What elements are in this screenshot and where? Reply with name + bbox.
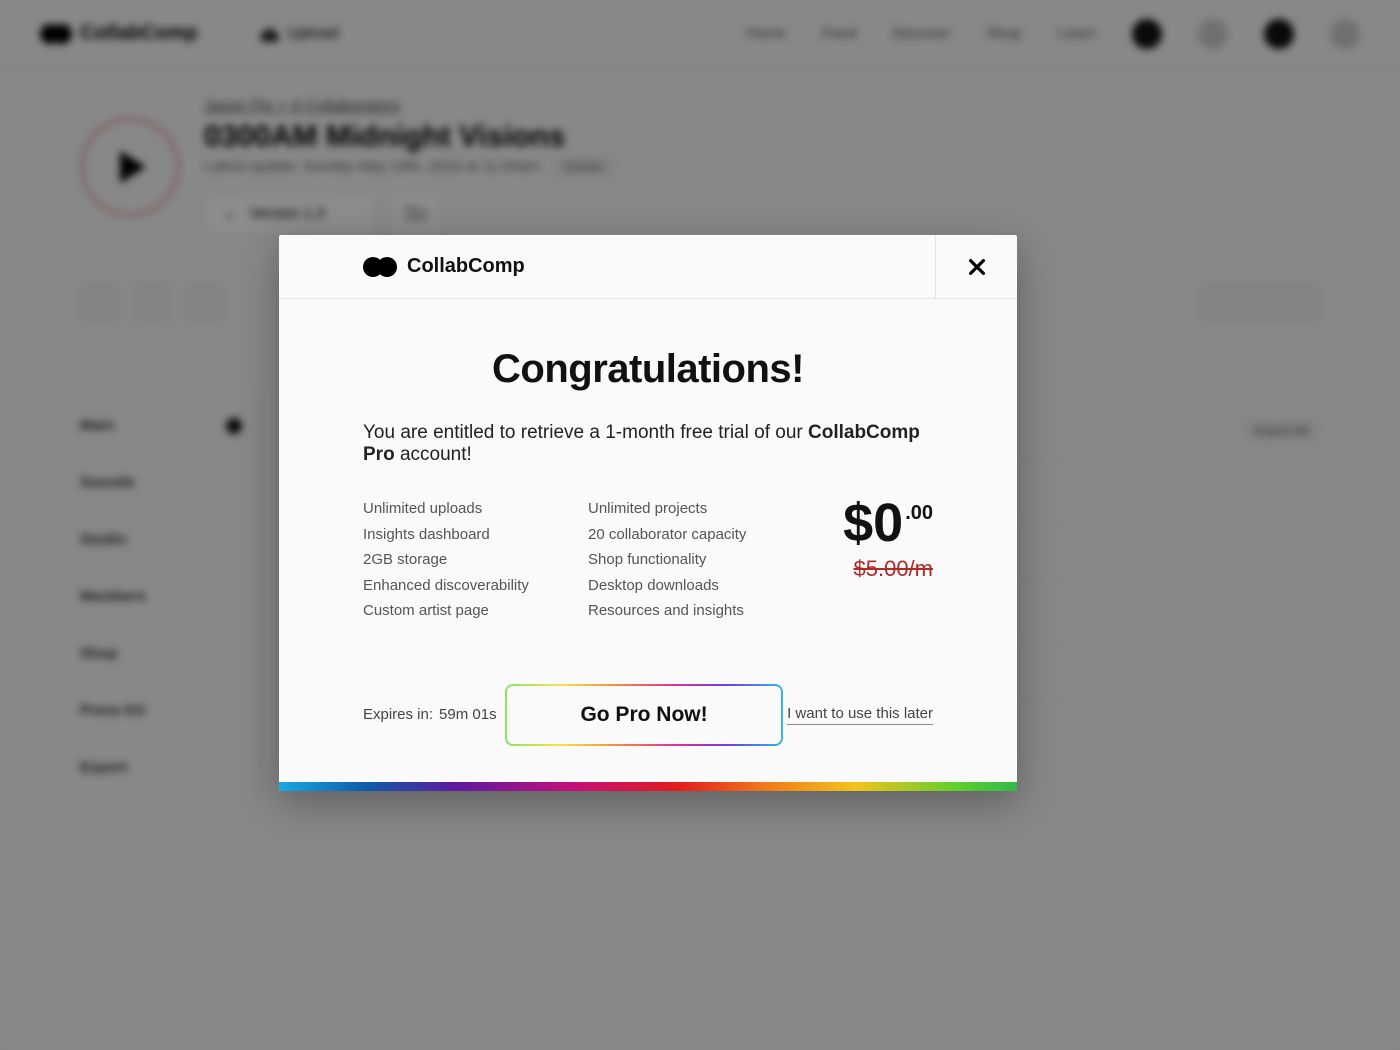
modal-gradient-bar <box>279 782 1017 791</box>
price-block: $0 .00 $5.00/m <box>813 496 933 624</box>
feature-item: Custom artist page <box>363 598 588 624</box>
feature-item: Resources and insights <box>588 598 813 624</box>
close-icon <box>966 256 988 278</box>
features-col-2: Unlimited projects 20 collaborator capac… <box>588 496 813 624</box>
use-later-link[interactable]: I want to use this later <box>787 705 933 725</box>
expires-label: Expires in: 59m 01s <box>363 706 503 723</box>
go-pro-label: Go Pro Now! <box>507 686 781 744</box>
modal-action-row: Expires in: 59m 01s Go Pro Now! I want to… <box>363 684 933 746</box>
expires-prefix: Expires in: <box>363 706 433 723</box>
upgrade-modal: CollabComp Congratulations! You are enti… <box>279 235 1017 791</box>
price-value: $0 .00 <box>843 496 933 550</box>
feature-item: 2GB storage <box>363 547 588 573</box>
modal-logo: CollabComp <box>363 255 525 278</box>
features-row: Unlimited uploads Insights dashboard 2GB… <box>363 496 933 624</box>
feature-item: Unlimited uploads <box>363 496 588 522</box>
expires-time: 59m 01s <box>439 706 497 723</box>
close-button[interactable] <box>935 235 1017 299</box>
logo-mark-icon <box>363 257 397 277</box>
modal-sub-post: account! <box>395 444 472 465</box>
go-pro-button[interactable]: Go Pro Now! <box>505 684 783 746</box>
modal-brand: CollabComp <box>407 255 525 278</box>
feature-item: Desktop downloads <box>588 573 813 599</box>
feature-item: Enhanced discoverability <box>363 573 588 599</box>
modal-header: CollabComp <box>279 235 1017 299</box>
price-cents: .00 <box>905 502 933 525</box>
price-dollar: $0 <box>843 496 903 550</box>
modal-subtitle: You are entitled to retrieve a 1-month f… <box>363 422 933 466</box>
feature-item: Unlimited projects <box>588 496 813 522</box>
feature-item: 20 collaborator capacity <box>588 522 813 548</box>
modal-title: Congratulations! <box>363 347 933 392</box>
feature-item: Insights dashboard <box>363 522 588 548</box>
features-col-1: Unlimited uploads Insights dashboard 2GB… <box>363 496 588 624</box>
modal-body: Congratulations! You are entitled to ret… <box>279 299 1017 782</box>
feature-item: Shop functionality <box>588 547 813 573</box>
price-strike: $5.00/m <box>813 556 933 582</box>
modal-sub-pre: You are entitled to retrieve a 1-month f… <box>363 422 808 443</box>
